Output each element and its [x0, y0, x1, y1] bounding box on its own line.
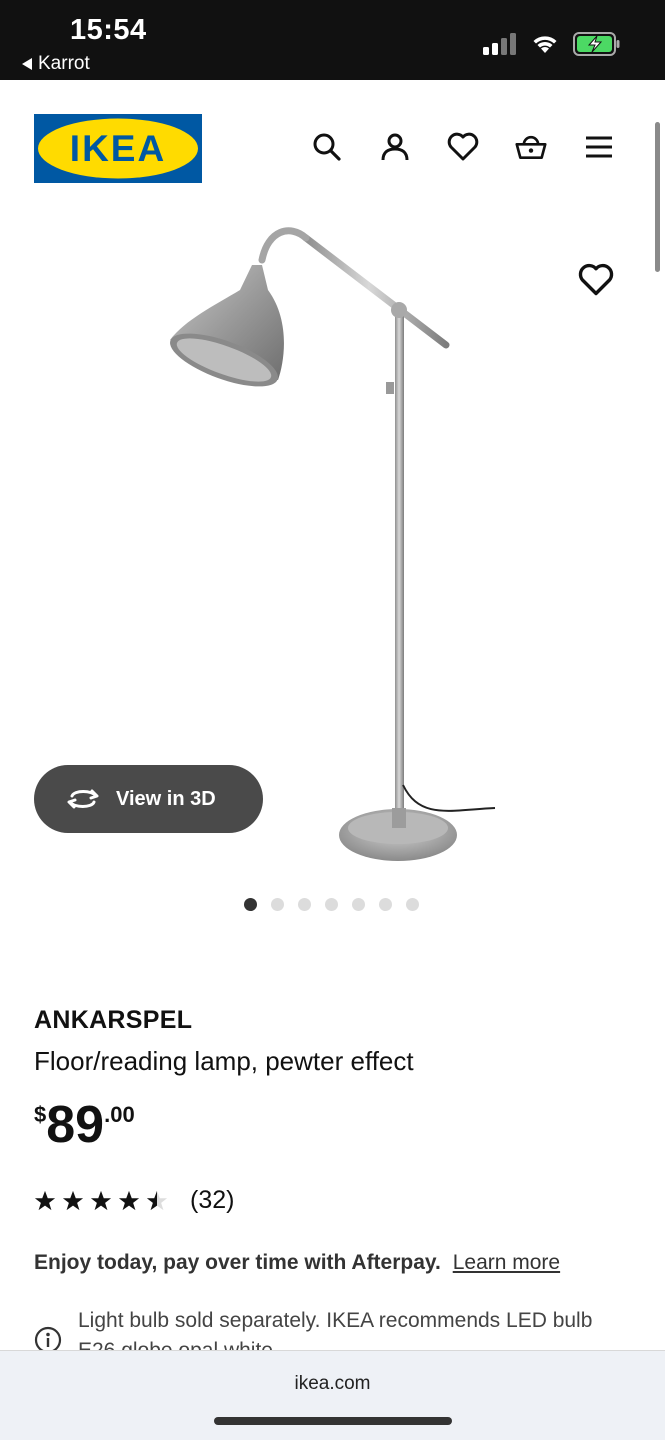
- status-indicators: [483, 32, 621, 56]
- back-app-label: Karrot: [38, 53, 90, 74]
- rating-count: (32): [190, 1186, 235, 1214]
- basket-button[interactable]: [515, 131, 547, 163]
- url-text[interactable]: ikea.com: [0, 1373, 665, 1395]
- afterpay-banner: Enjoy today, pay over time with Afterpay…: [34, 1251, 560, 1275]
- search-button[interactable]: [311, 131, 343, 163]
- account-button[interactable]: [379, 131, 411, 163]
- carousel-dot[interactable]: [325, 898, 338, 911]
- heart-icon: [447, 132, 479, 161]
- ikea-logo[interactable]: IKEA: [34, 114, 202, 183]
- carousel-dot[interactable]: [379, 898, 392, 911]
- back-to-app[interactable]: Karrot: [22, 53, 90, 75]
- svg-text:IKEA: IKEA: [70, 128, 166, 169]
- basket-icon: [515, 135, 547, 159]
- star-full-icon: [118, 1190, 140, 1210]
- battery-charging-icon: [573, 32, 620, 56]
- price-integer: 89: [46, 1096, 105, 1154]
- cellular-signal-icon: [483, 33, 516, 55]
- product-description: Floor/reading lamp, pewter effect: [34, 1046, 414, 1076]
- product-price: $ 89 .00: [34, 1094, 135, 1156]
- home-indicator[interactable]: [214, 1417, 452, 1425]
- afterpay-text: Enjoy today, pay over time with Afterpay…: [34, 1251, 441, 1274]
- status-time: 15:54: [70, 14, 147, 46]
- carousel-dot[interactable]: [406, 898, 419, 911]
- star-full-icon: [90, 1190, 112, 1210]
- view-in-3d-label: View in 3D: [116, 787, 216, 810]
- status-bar: 15:54 Karrot: [0, 0, 665, 80]
- browser-url-bar[interactable]: ikea.com: [0, 1350, 665, 1440]
- product-rating[interactable]: (32): [34, 1186, 234, 1215]
- image-carousel-dots: [244, 898, 419, 911]
- header-nav: [311, 131, 615, 163]
- price-currency: $: [34, 1102, 47, 1127]
- carousel-dot[interactable]: [298, 898, 311, 911]
- menu-icon: [586, 136, 612, 158]
- view-in-3d-button[interactable]: View in 3D: [34, 765, 263, 833]
- rating-stars: [34, 1190, 168, 1212]
- carousel-dot[interactable]: [244, 898, 257, 911]
- product-name: ANKARSPEL: [34, 1006, 193, 1034]
- back-triangle-icon: [22, 58, 32, 70]
- favorites-button[interactable]: [447, 131, 479, 163]
- menu-button[interactable]: [583, 131, 615, 163]
- rotate-3d-icon: [67, 789, 99, 809]
- wifi-icon: [533, 36, 557, 53]
- site-header: IKEA: [0, 80, 665, 210]
- star-half-icon: [146, 1190, 168, 1210]
- save-to-favorites-icon[interactable]: [578, 262, 614, 298]
- price-decimal: .00: [104, 1102, 135, 1127]
- search-icon: [313, 133, 341, 161]
- carousel-dot[interactable]: [352, 898, 365, 911]
- carousel-dot[interactable]: [271, 898, 284, 911]
- afterpay-learn-more-link[interactable]: Learn more: [453, 1251, 560, 1274]
- star-full-icon: [34, 1190, 56, 1210]
- star-full-icon: [62, 1190, 84, 1210]
- account-icon: [381, 133, 409, 161]
